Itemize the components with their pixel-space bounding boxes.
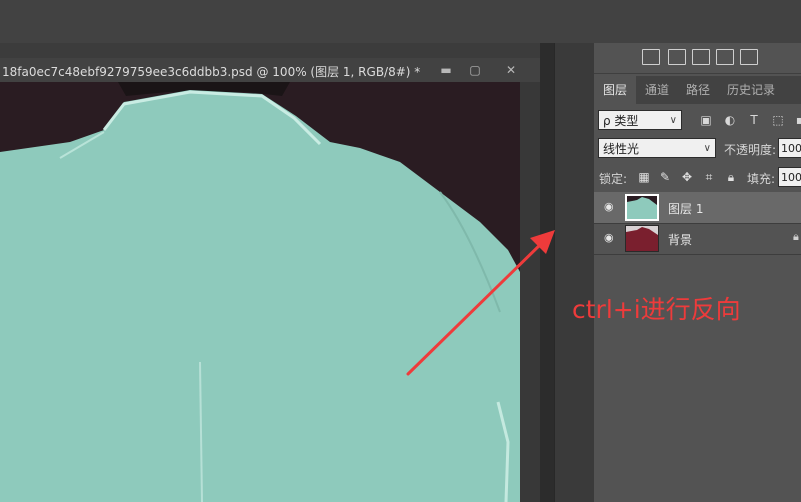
tab-layers[interactable]: 图层 (594, 76, 637, 104)
posterize-icon[interactable] (740, 49, 758, 65)
eye-icon[interactable]: ◉ (604, 232, 618, 244)
canvas-image (0, 82, 520, 502)
tab-channels[interactable]: 通道 (636, 76, 678, 104)
tab-paths[interactable]: 路径 (677, 76, 719, 104)
threshold-icon[interactable] (716, 49, 734, 65)
opacity-input[interactable]: 100 (778, 138, 801, 158)
lock-position-icon[interactable]: ✥ (680, 170, 694, 184)
layer-kind-select[interactable]: ρ 类型 ∨ (598, 110, 682, 130)
layer-row[interactable]: ◉ 背景 🔒︎ (594, 223, 801, 255)
tab-history[interactable]: 历史记录 (718, 76, 784, 104)
adjustments-row (594, 43, 801, 74)
layer-row[interactable]: ◉ 图层 1 (594, 192, 801, 224)
layer-thumbnail (625, 194, 659, 221)
layer-name: 图层 1 (668, 202, 704, 216)
blend-mode-select[interactable]: 线性光 ∨ (598, 138, 716, 158)
eye-icon[interactable]: ◉ (604, 201, 618, 213)
fill-input[interactable]: 100 (778, 167, 801, 187)
layer-name: 背景 (668, 233, 693, 247)
lock-transparent-icon[interactable]: ▦ (637, 170, 651, 184)
document-title: 18fa0ec7c48ebf9279759ee3c6ddbb3.psd @ 10… (2, 65, 421, 79)
gradient-map-icon[interactable] (668, 49, 686, 65)
panel-tabs: 图层 通道 路径 历史记录 (594, 76, 801, 104)
layer-filter-row: ρ 类型 ∨ ▣ ◐ T ⬚ ▪ (594, 110, 801, 132)
lock-all-icon[interactable]: 🔒︎ (724, 170, 738, 184)
maximize-button[interactable]: ▢ (463, 62, 487, 78)
panel-gutter (540, 43, 554, 502)
chevron-down-icon: ∨ (669, 115, 677, 126)
collapsed-panel-strip (554, 43, 596, 502)
lock-label: 锁定: (599, 172, 628, 186)
text-filter-icon[interactable]: T (747, 113, 761, 127)
smart-object-filter-icon[interactable]: ▪ (793, 113, 801, 127)
vertical-scrollbar[interactable] (520, 82, 540, 502)
document-tab[interactable]: 18fa0ec7c48ebf9279759ee3c6ddbb3.psd @ 10… (0, 58, 540, 82)
layer-kind-label: ρ 类型 (603, 114, 639, 128)
layers-panel: 图层 通道 路径 历史记录 ρ 类型 ∨ ▣ ◐ T ⬚ ▪ 线性光 ∨ 不透明… (594, 43, 801, 502)
annotation-text: ctrl+i进行反向 (572, 295, 741, 324)
lock-icon: 🔒︎ (793, 230, 799, 243)
canvas[interactable] (0, 82, 520, 502)
chevron-down-icon: ∨ (703, 143, 711, 154)
opacity-label: 不透明度: (724, 143, 777, 157)
close-button[interactable]: ✕ (499, 62, 523, 78)
document-window: 18fa0ec7c48ebf9279759ee3c6ddbb3.psd @ 10… (0, 58, 540, 502)
layer-thumbnail (625, 225, 659, 252)
lock-artboard-icon[interactable]: ⌗ (702, 170, 716, 184)
fill-label: 填充: (747, 172, 776, 186)
blend-row: 线性光 ∨ 不透明度: 100 (594, 138, 801, 160)
adjustment-icon[interactable] (642, 49, 660, 65)
selective-color-icon[interactable] (692, 49, 710, 65)
shape-filter-icon[interactable]: ⬚ (771, 113, 785, 127)
minimize-button[interactable]: ▬ (434, 62, 458, 78)
blend-mode-value: 线性光 (603, 142, 640, 156)
adjustment-filter-icon[interactable]: ◐ (723, 113, 737, 127)
application-top-bar (0, 0, 801, 43)
image-filter-icon[interactable]: ▣ (699, 113, 713, 127)
lock-row: 锁定: ▦ ✎ ✥ ⌗ 🔒︎ 填充: 100 (594, 167, 801, 189)
lock-image-icon[interactable]: ✎ (658, 170, 672, 184)
